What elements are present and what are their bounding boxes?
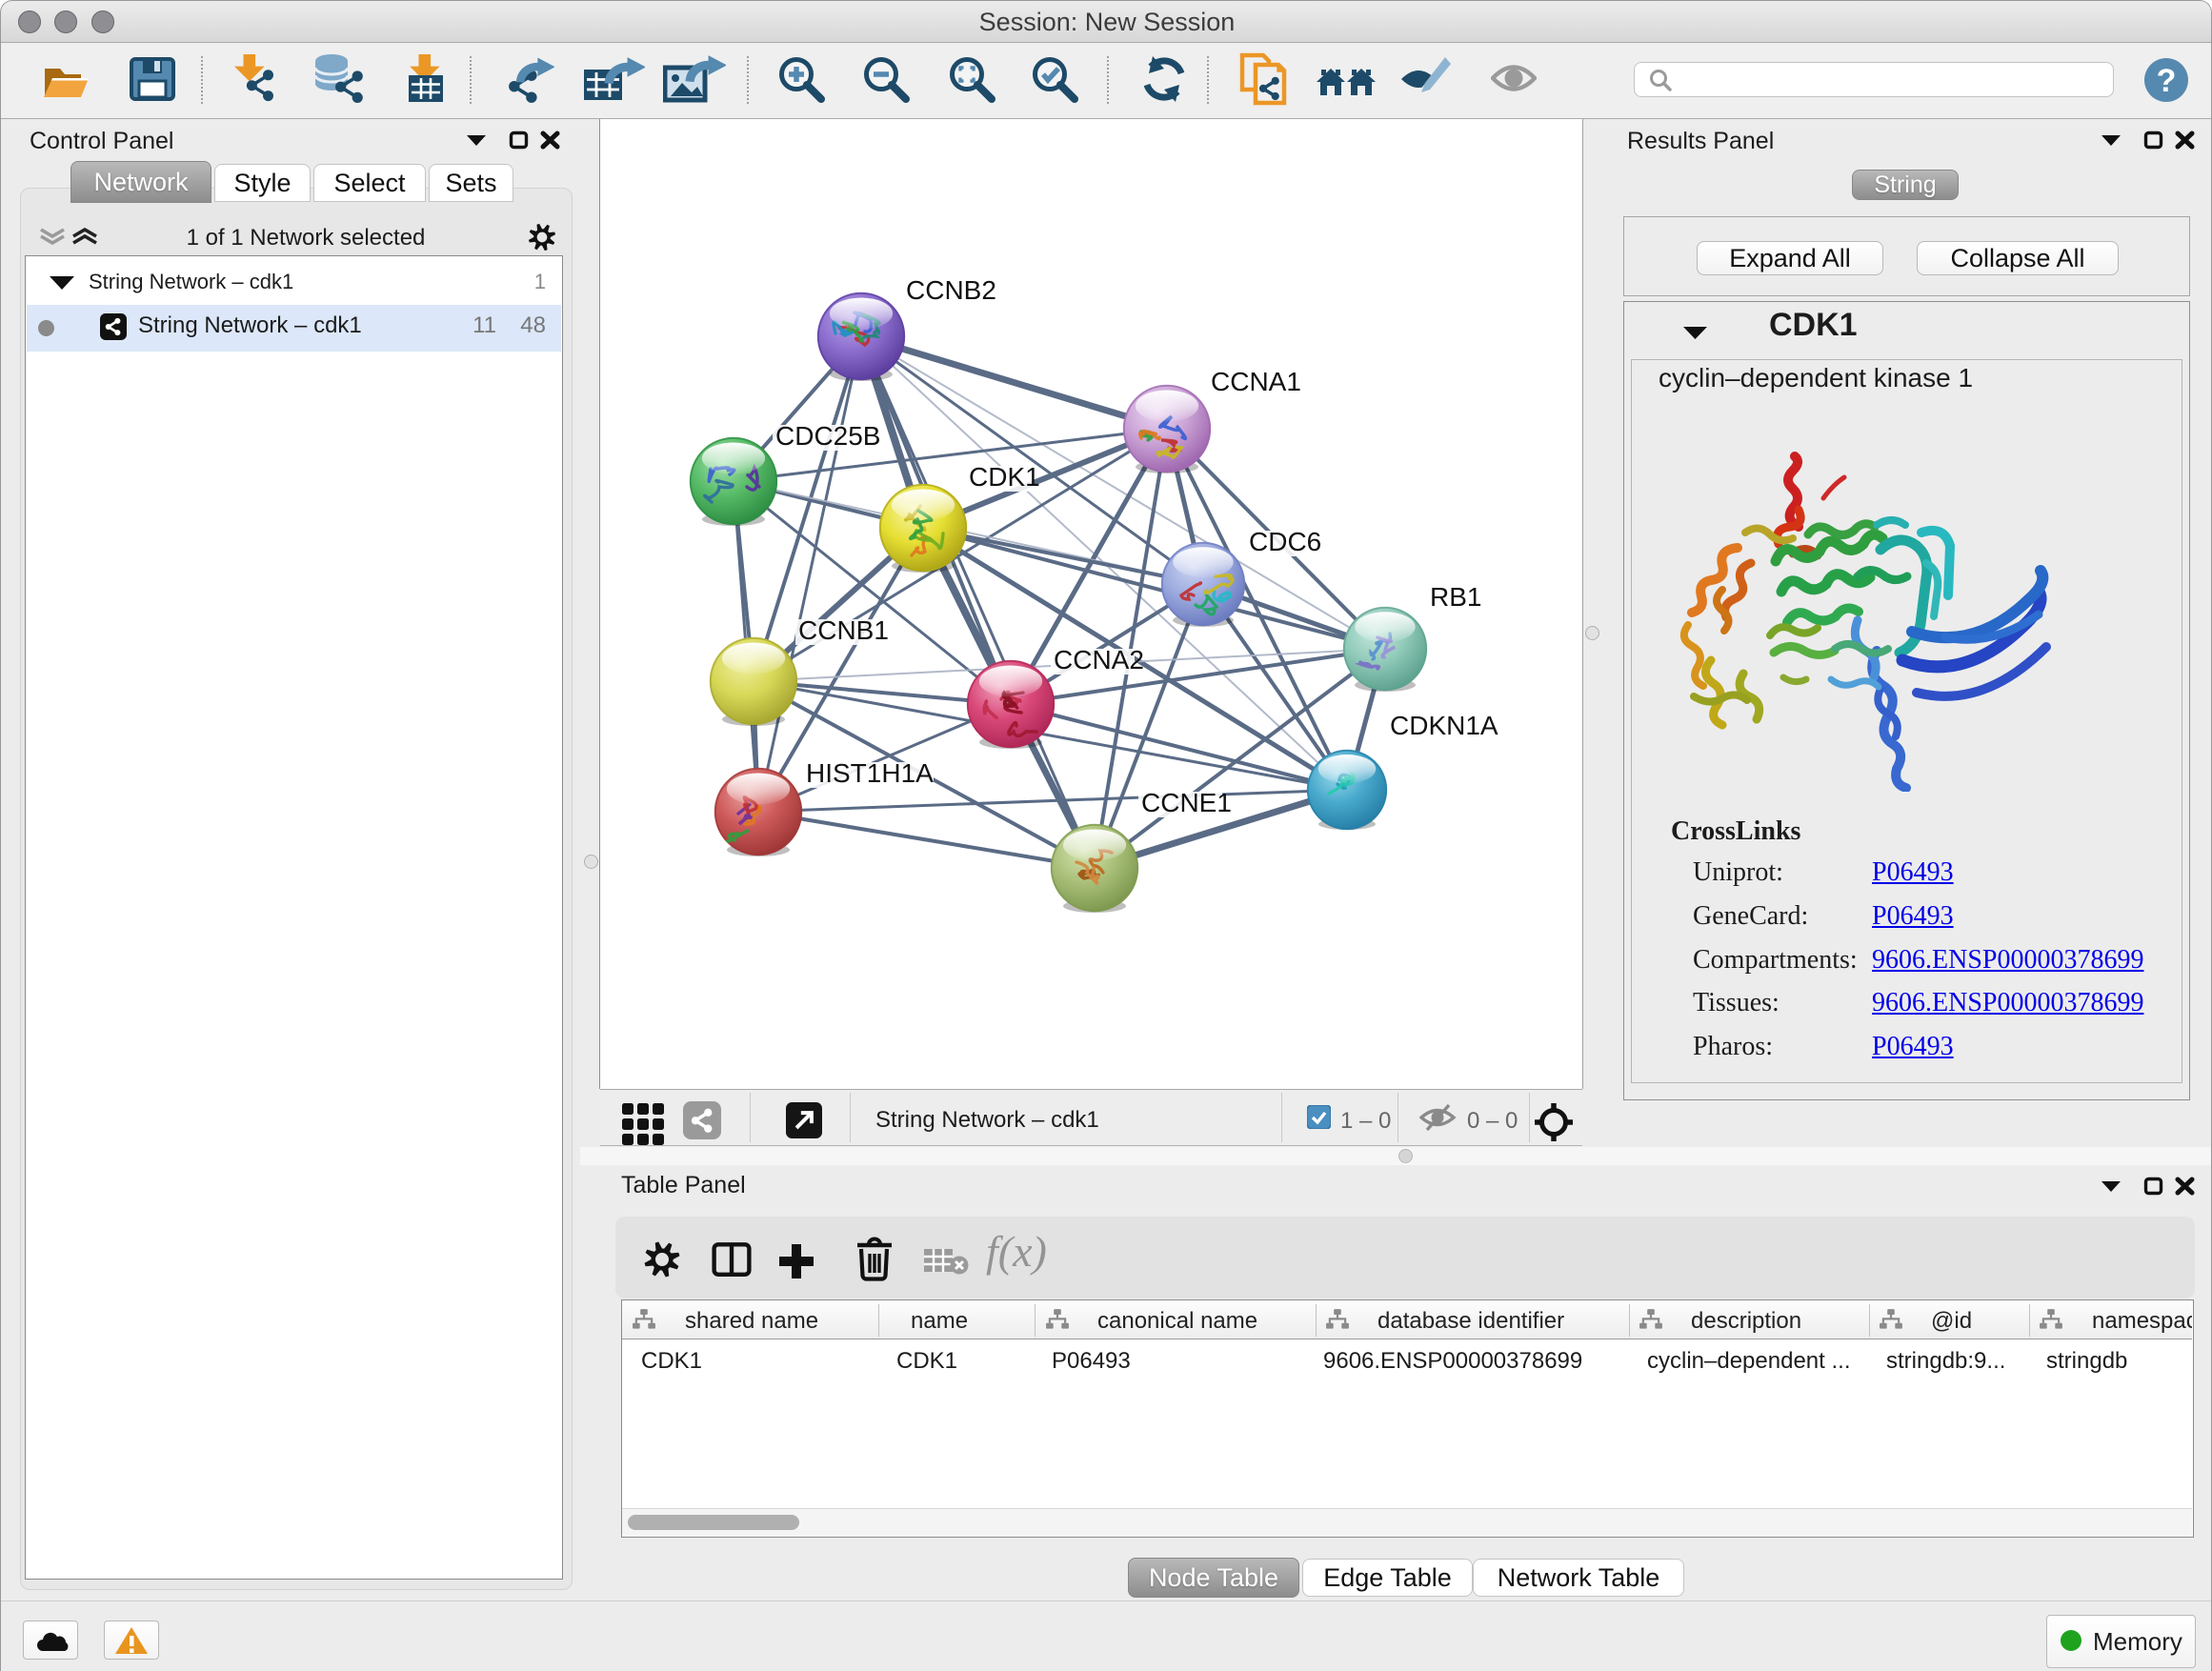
- svg-text:RB1: RB1: [1430, 582, 1481, 612]
- svg-text:CCNB2: CCNB2: [906, 275, 996, 305]
- svg-text:CDKN1A: CDKN1A: [1390, 711, 1498, 740]
- svg-text:CCNB1: CCNB1: [798, 615, 889, 645]
- svg-text:CDC6: CDC6: [1249, 527, 1321, 556]
- svg-text:CCNA1: CCNA1: [1211, 367, 1301, 396]
- svg-text:CDC25B: CDC25B: [775, 421, 880, 451]
- svg-text:HIST1H1A: HIST1H1A: [806, 758, 934, 788]
- svg-text:CDK1: CDK1: [969, 462, 1040, 492]
- svg-text:CCNA2: CCNA2: [1054, 645, 1144, 674]
- svg-text:?: ?: [2157, 63, 2177, 99]
- svg-text:CCNE1: CCNE1: [1141, 788, 1232, 817]
